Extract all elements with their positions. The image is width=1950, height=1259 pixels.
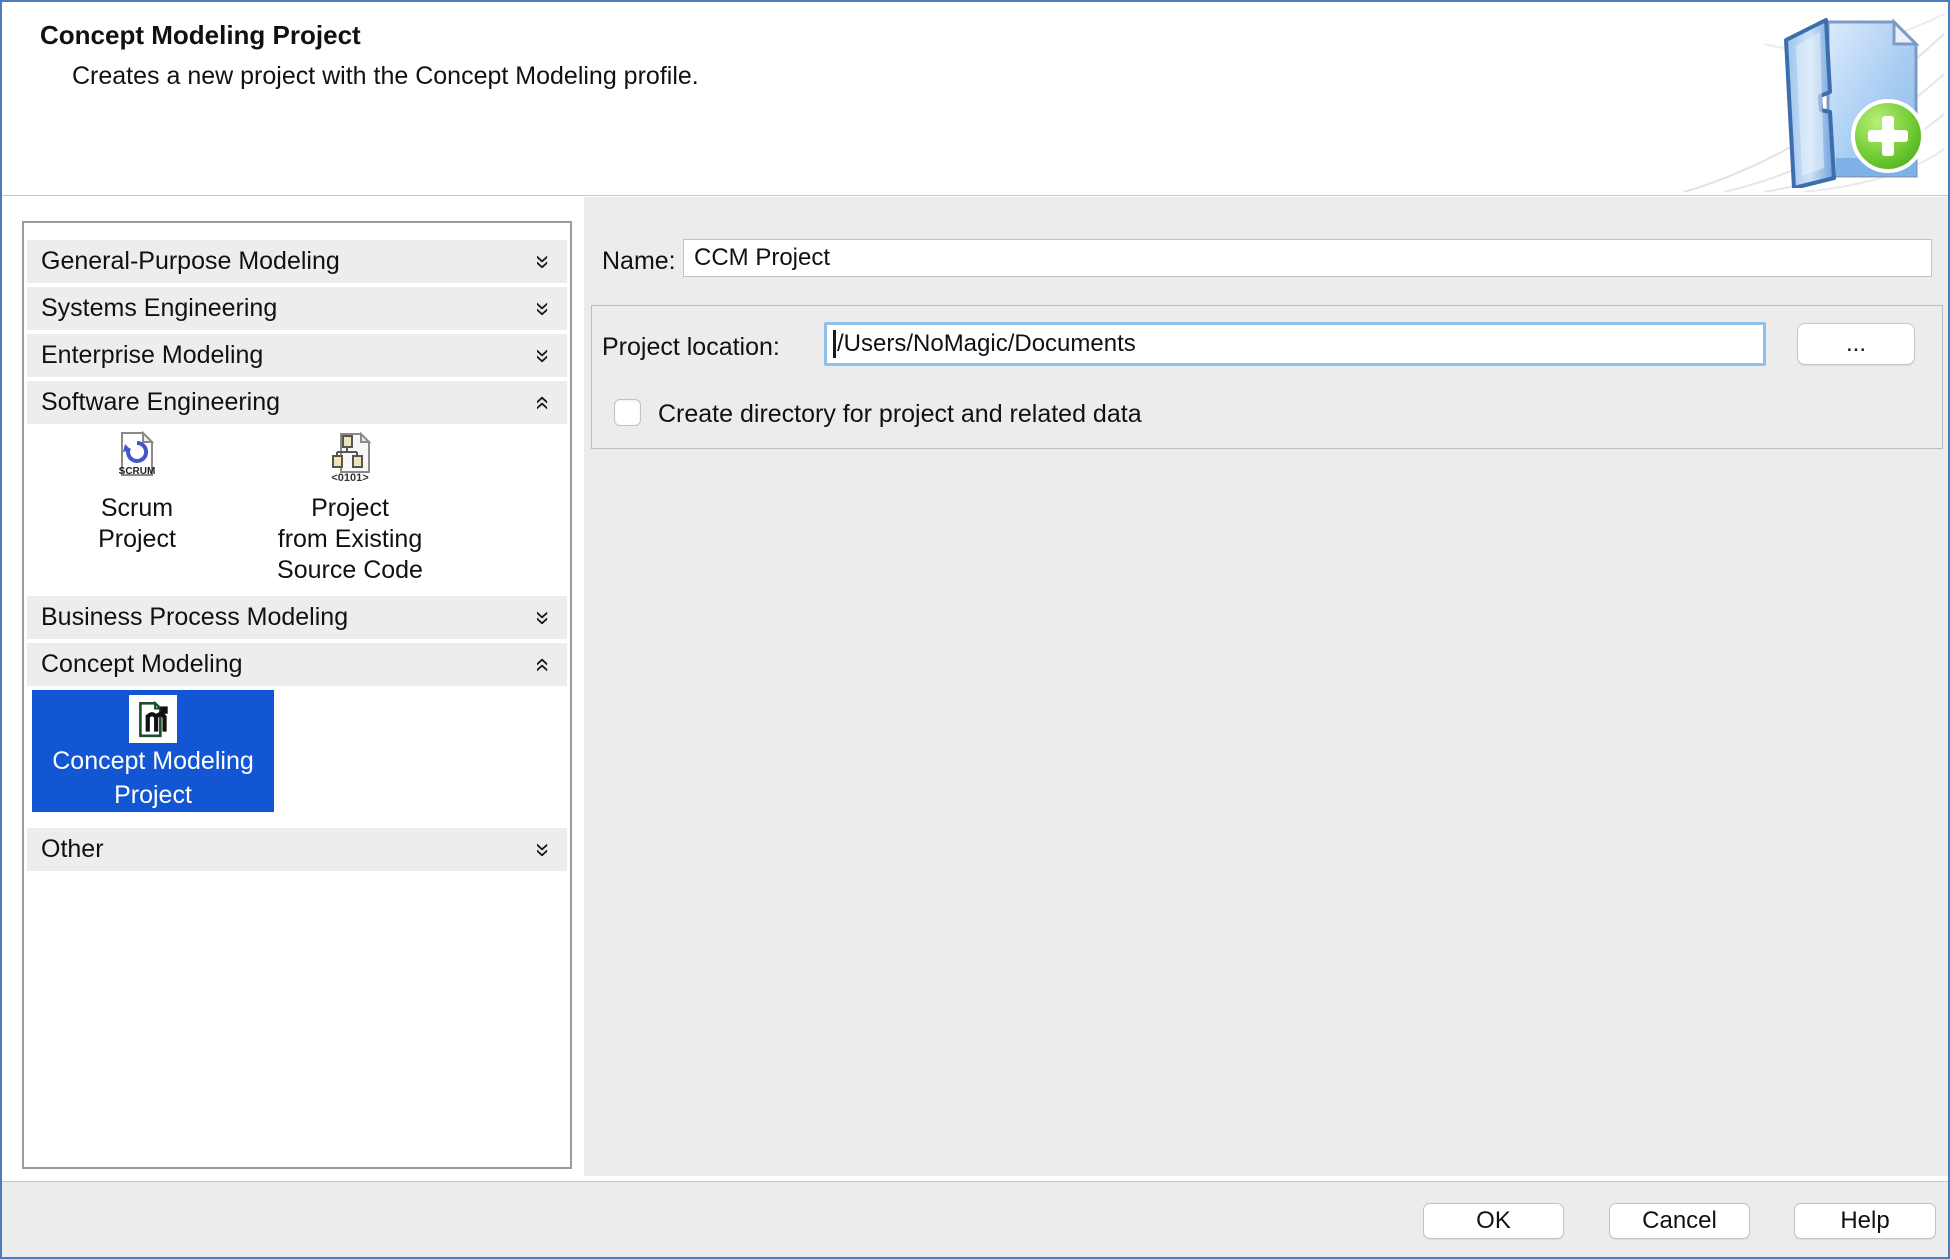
new-project-dialog: Concept Modeling Project Creates a new p… (0, 0, 1950, 1259)
sidebar-section-business-process-modeling[interactable]: Business Process Modeling » (27, 596, 567, 639)
project-location-input[interactable]: /Users/NoMagic/Documents (824, 322, 1766, 366)
project-type-panel: General-Purpose Modeling » Systems Engin… (22, 221, 572, 1169)
browse-button[interactable]: ... (1797, 323, 1915, 365)
create-directory-checkbox[interactable] (614, 399, 641, 426)
sidebar-section-general-purpose-modeling[interactable]: General-Purpose Modeling » (27, 240, 567, 283)
sidebar-section-enterprise-modeling[interactable]: Enterprise Modeling » (27, 334, 567, 377)
double-chevron-down-icon[interactable]: » (531, 301, 557, 315)
svg-text:<0101>: <0101> (331, 472, 368, 484)
section-label: Business Process Modeling (41, 603, 348, 632)
double-chevron-down-icon[interactable]: » (531, 254, 557, 268)
create-directory-label: Create directory for project and related… (658, 400, 1142, 429)
project-location-label: Project location: (602, 333, 780, 362)
sidebar-section-other[interactable]: Other » (27, 828, 567, 871)
item-label-line: Project (32, 780, 274, 811)
new-project-folder-icon (1766, 8, 1926, 188)
double-chevron-down-icon[interactable]: » (531, 610, 557, 624)
section-label: Concept Modeling (41, 650, 243, 679)
double-chevron-down-icon[interactable]: » (531, 842, 557, 856)
item-label-line: Project (250, 493, 450, 524)
name-label: Name: (602, 247, 676, 276)
svg-text:SCRUM: SCRUM (119, 466, 156, 477)
double-chevron-up-icon[interactable]: « (531, 395, 557, 409)
item-project-from-existing-source-code[interactable]: <0101> Project from Existing Source Code (250, 430, 450, 586)
cancel-button[interactable]: Cancel (1609, 1203, 1750, 1239)
item-label-line: Concept Modeling (32, 746, 274, 777)
item-label-line: Scrum (52, 493, 222, 524)
scrum-document-icon: SCRUM (115, 430, 159, 486)
section-label: Enterprise Modeling (41, 341, 263, 370)
section-label: Software Engineering (41, 388, 280, 417)
double-chevron-down-icon[interactable]: » (531, 348, 557, 362)
dialog-footer: OK Cancel Help (2, 1181, 1948, 1257)
sidebar-section-software-engineering[interactable]: Software Engineering « (27, 381, 567, 424)
section-label: Systems Engineering (41, 294, 277, 323)
item-label-line: Source Code (250, 555, 450, 586)
software-engineering-items: SCRUM Scrum Project <0101> P (24, 430, 570, 586)
help-button[interactable]: Help (1794, 1203, 1936, 1239)
page-subtitle: Creates a new project with the Concept M… (72, 62, 699, 91)
item-scrum-project[interactable]: SCRUM Scrum Project (52, 430, 222, 555)
sidebar-section-systems-engineering[interactable]: Systems Engineering » (27, 287, 567, 330)
project-location-value: /Users/NoMagic/Documents (837, 330, 1136, 358)
page-title: Concept Modeling Project (40, 20, 361, 51)
section-label: General-Purpose Modeling (41, 247, 340, 276)
concept-modeling-project-icon (129, 695, 177, 743)
name-input[interactable] (683, 239, 1932, 277)
ok-button[interactable]: OK (1423, 1203, 1564, 1239)
item-concept-modeling-project-selected[interactable]: Concept Modeling Project (32, 690, 274, 812)
item-label-line: Project (52, 524, 222, 555)
dialog-header: Concept Modeling Project Creates a new p… (2, 2, 1948, 196)
item-label-line: from Existing (250, 524, 450, 555)
section-label: Other (41, 835, 104, 864)
source-code-document-icon: <0101> (325, 430, 375, 486)
text-caret (833, 330, 836, 358)
sidebar-section-concept-modeling[interactable]: Concept Modeling « (27, 643, 567, 686)
double-chevron-up-icon[interactable]: « (531, 657, 557, 671)
